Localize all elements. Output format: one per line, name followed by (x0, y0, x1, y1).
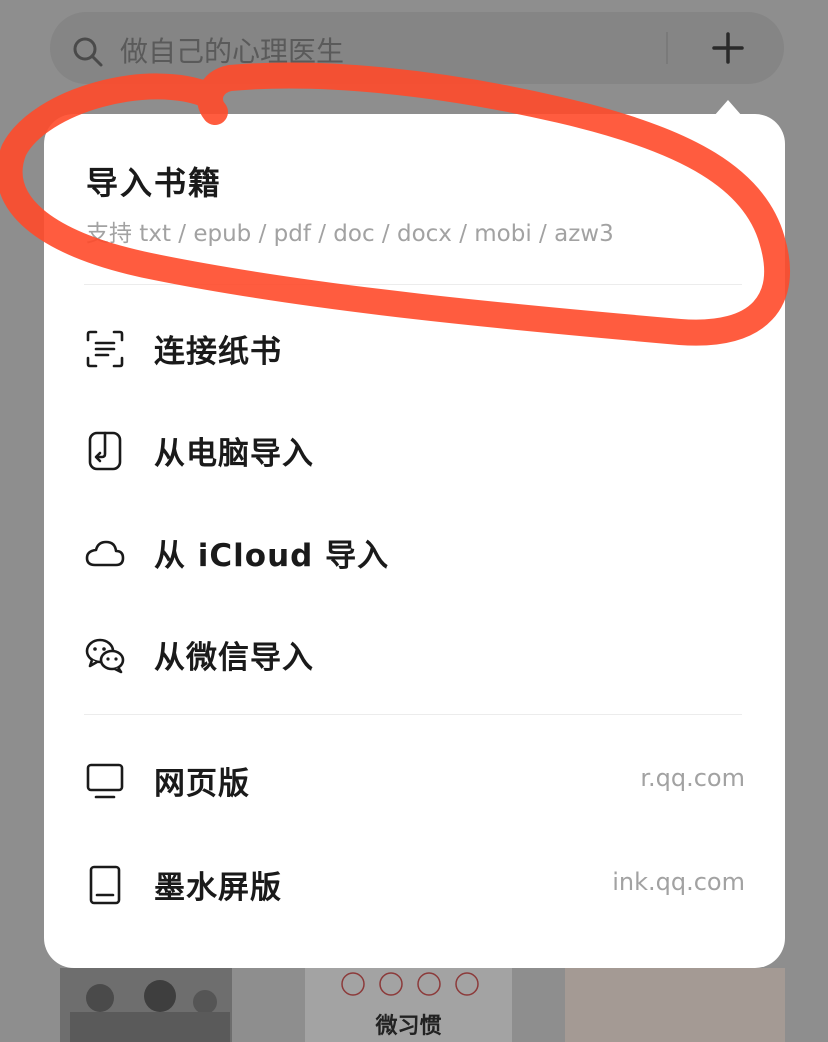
menu-item-label: 从电脑导入 (154, 436, 314, 472)
menu-item-connect-paper-book[interactable]: 连接纸书 (44, 306, 785, 386)
book-photo (60, 968, 232, 1042)
search-bar[interactable]: 做自己的心理医生 (50, 12, 784, 84)
import-title[interactable]: 导入书籍 (86, 158, 222, 204)
cloud-icon (85, 540, 125, 567)
book-title: 微习惯 (375, 1013, 442, 1039)
link-url: ink.qq.com (612, 868, 745, 896)
book-cover[interactable] (60, 968, 232, 1042)
wechat-icon (85, 638, 125, 674)
search-icon (73, 37, 103, 67)
clock-icons (341, 972, 479, 996)
scan-icon (86, 330, 124, 368)
link-label: 网页版 (154, 766, 250, 802)
link-web-version[interactable]: 网页版 r.qq.com (44, 738, 785, 818)
menu-item-label: 连接纸书 (154, 334, 282, 370)
supported-formats: 支持 txt / epub / pdf / doc / docx / mobi … (86, 221, 614, 247)
book-cover[interactable] (565, 968, 785, 1042)
divider (84, 714, 742, 715)
phone-import-icon (88, 431, 122, 471)
menu-item-import-from-wechat[interactable]: 从微信导入 (44, 612, 785, 692)
link-url: r.qq.com (640, 764, 745, 792)
import-popup: 导入书籍 支持 txt / epub / pdf / doc / docx / … (44, 114, 785, 968)
menu-item-import-from-computer[interactable]: 从电脑导入 (44, 408, 785, 488)
plus-icon[interactable] (710, 30, 746, 66)
link-eink-version[interactable]: 墨水屏版 ink.qq.com (44, 842, 785, 922)
search-divider (666, 32, 668, 64)
menu-item-import-from-icloud[interactable]: 从 iCloud 导入 (44, 510, 785, 590)
book-cover[interactable]: 微习惯 (305, 968, 512, 1042)
menu-item-label: 从微信导入 (154, 640, 314, 676)
link-label: 墨水屏版 (154, 870, 282, 906)
menu-item-label: 从 iCloud 导入 (154, 538, 390, 574)
search-input[interactable]: 做自己的心理医生 (120, 30, 344, 70)
ereader-icon (89, 865, 121, 905)
monitor-icon (86, 763, 124, 799)
divider (84, 284, 742, 285)
